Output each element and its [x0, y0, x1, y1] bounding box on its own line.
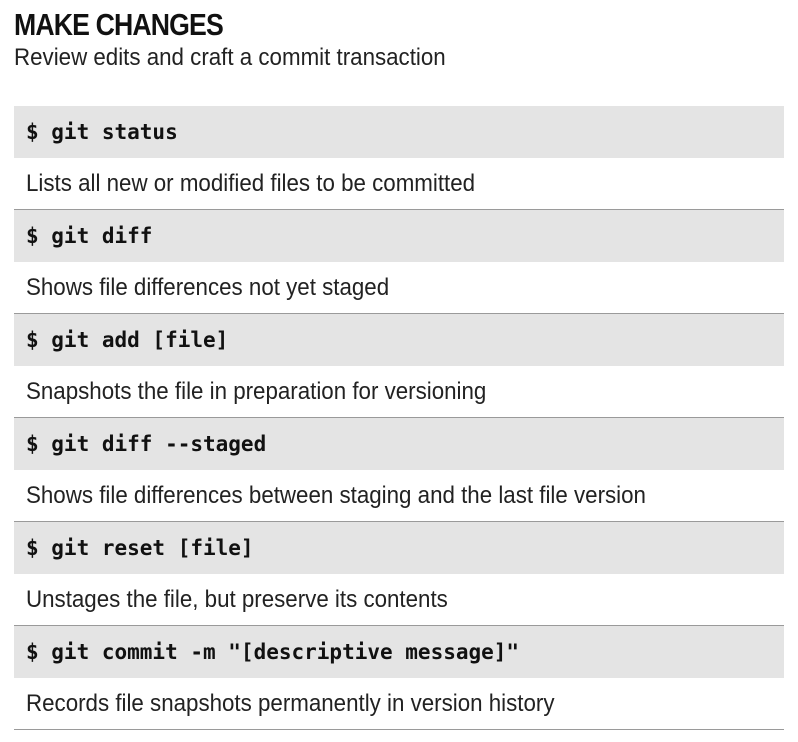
command-row-add: $ git add [file]: [14, 314, 784, 366]
command-table: $ git status Lists all new or modified f…: [14, 106, 784, 730]
command-row-diff: $ git diff: [14, 210, 784, 262]
command-row-commit: $ git commit -m "[descriptive message]": [14, 626, 784, 678]
description-row-diff: Shows file differences not yet staged: [14, 262, 784, 314]
command-row-status: $ git status: [14, 106, 784, 158]
description-text: Snapshots the file in preparation for ve…: [26, 377, 487, 405]
description-row-commit: Records file snapshots permanently in ve…: [14, 678, 784, 730]
description-text: Unstages the file, but preserve its cont…: [26, 585, 448, 613]
description-text: Shows file differences not yet staged: [26, 273, 390, 301]
description-row-status: Lists all new or modified files to be co…: [14, 158, 784, 210]
description-row-reset: Unstages the file, but preserve its cont…: [14, 574, 784, 626]
description-text: Lists all new or modified files to be co…: [26, 169, 476, 197]
description-row-add: Snapshots the file in preparation for ve…: [14, 366, 784, 418]
command-row-reset: $ git reset [file]: [14, 522, 784, 574]
section-subtitle: Review edits and craft a commit transact…: [14, 44, 446, 71]
section-title: MAKE CHANGES: [14, 7, 224, 42]
description-text: Records file snapshots permanently in ve…: [26, 689, 555, 717]
description-text: Shows file differences between staging a…: [26, 481, 646, 509]
description-row-diff-staged: Shows file differences between staging a…: [14, 470, 784, 522]
command-row-diff-staged: $ git diff --staged: [14, 418, 784, 470]
